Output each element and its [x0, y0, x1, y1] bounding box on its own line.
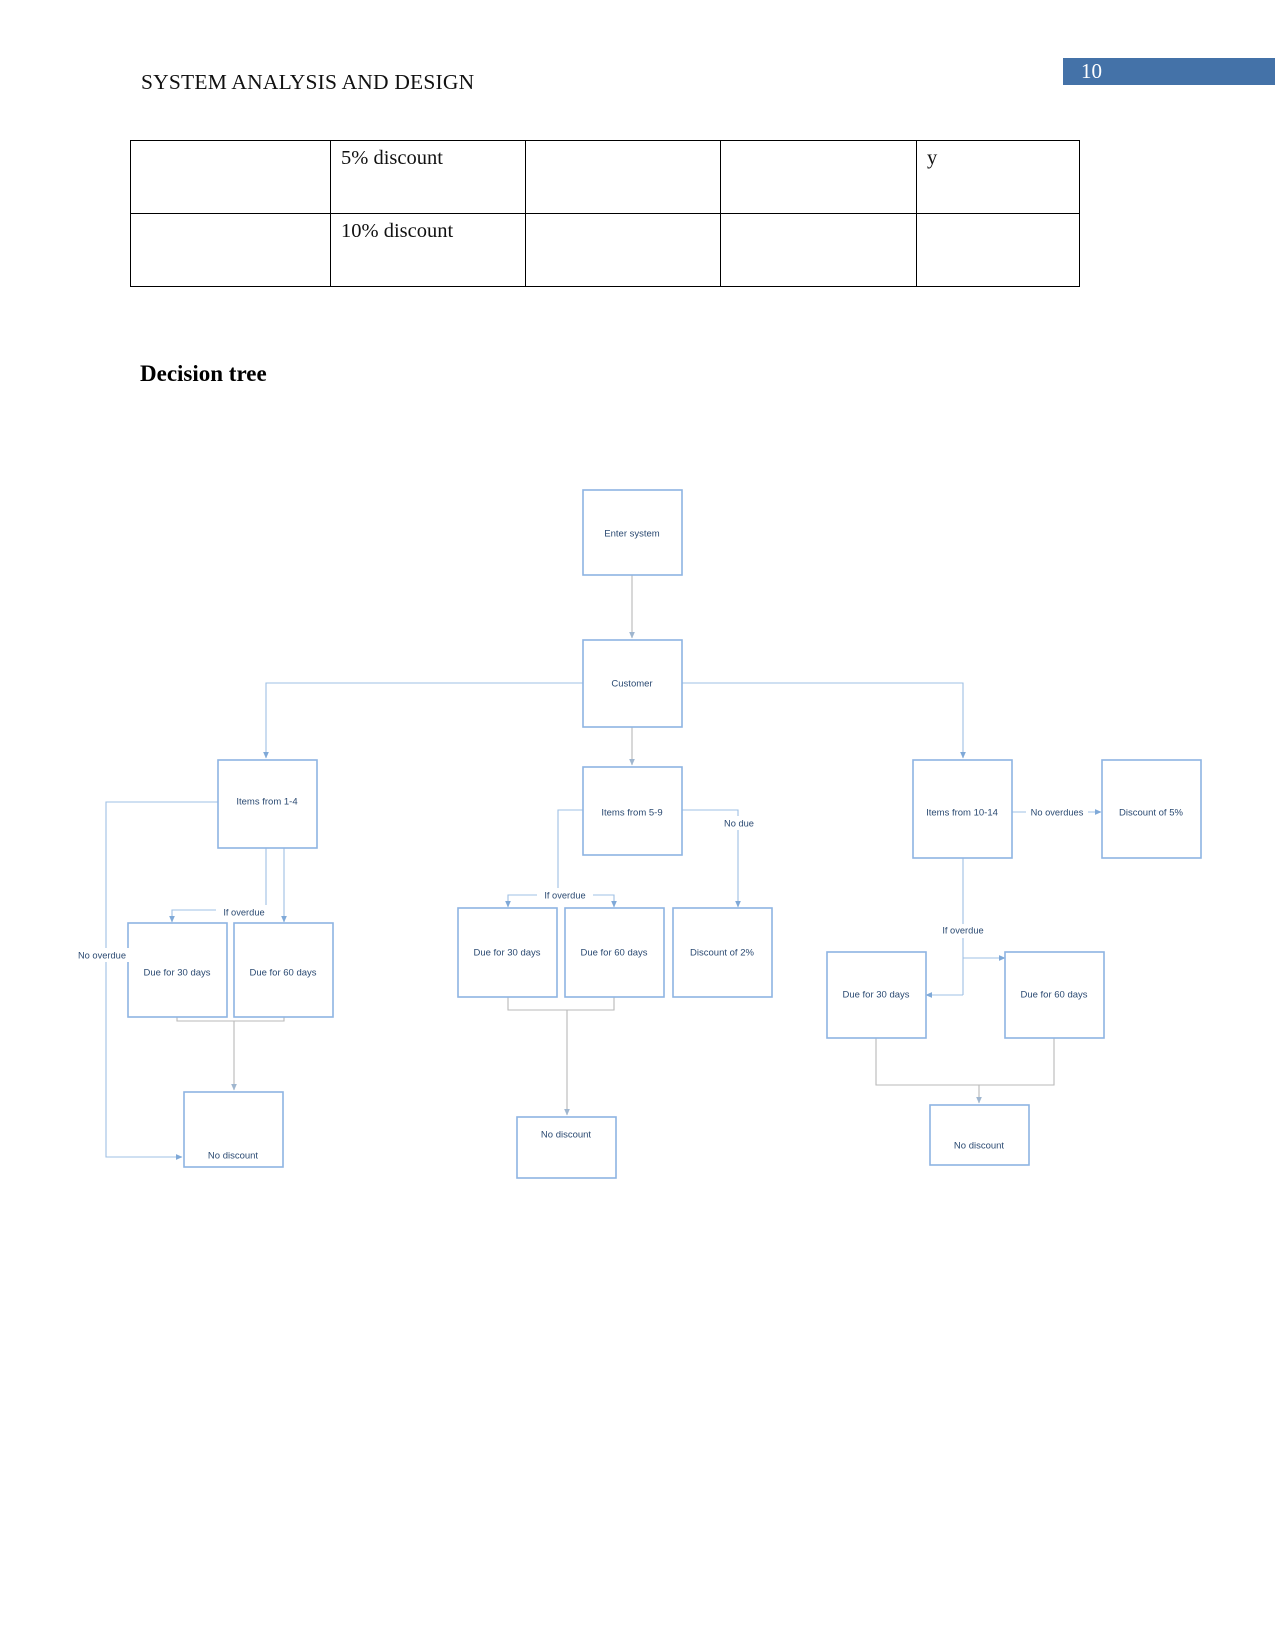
node-right-no-discount[interactable]: No discount	[929, 1104, 1030, 1166]
node-label: Items from 5-9	[601, 808, 662, 819]
node-right-due-60[interactable]: Due for 60 days	[1004, 951, 1105, 1039]
edge-label-text: No overdue	[78, 950, 126, 960]
table-cell: 5% discount	[330, 140, 526, 214]
table-cell	[130, 213, 331, 287]
edge-label-mid-no-due: No due	[714, 816, 762, 830]
table-row: 5% discount y	[130, 140, 1080, 214]
edge-right-due-60-to-no-discount	[979, 1038, 1055, 1086]
node-left-due-30[interactable]: Due for 30 days	[127, 922, 228, 1018]
table-cell	[130, 140, 331, 214]
edge-customer-to-items-1-4	[263, 682, 583, 759]
table-cell	[720, 213, 917, 287]
node-label: Discount of 2%	[690, 948, 754, 959]
table-cell	[525, 213, 721, 287]
table-cell: 10% discount	[330, 213, 526, 287]
node-mid-due-60[interactable]: Due for 60 days	[564, 907, 665, 998]
node-left-due-60[interactable]: Due for 60 days	[233, 922, 334, 1018]
edge-left-due-30-to-no-discount	[176, 1017, 237, 1091]
edge-label-left-if-overdue: If overdue	[216, 905, 272, 919]
node-label: Due for 30 days	[842, 990, 909, 1001]
node-label: Due for 30 days	[473, 948, 540, 959]
node-label: Due for 30 days	[143, 968, 210, 979]
node-mid-due-30[interactable]: Due for 30 days	[457, 907, 558, 998]
edge-label-right-if-overdue: If overdue	[935, 924, 991, 938]
node-items-10-14[interactable]: Items from 10-14	[912, 759, 1013, 859]
edge-mid-due-60-to-no-discount	[567, 997, 615, 1011]
edge-label-mid-if-overdue: If overdue	[537, 888, 593, 902]
node-label: Due for 60 days	[1020, 990, 1087, 1001]
page-number: 10	[1081, 59, 1102, 83]
node-label: Items from 10-14	[926, 808, 998, 819]
edge-label-text: No due	[724, 818, 754, 828]
node-items-1-4[interactable]: Items from 1-4	[217, 759, 318, 849]
node-items-5-9[interactable]: Items from 5-9	[582, 766, 683, 856]
node-discount-5[interactable]: Discount of 5%	[1101, 759, 1202, 859]
decision-tree-diagram: Enter system Customer Items from 1-4 Ite…	[0, 470, 1275, 1230]
edge-customer-to-items-10-14	[681, 682, 966, 759]
page-number-badge: 10	[1063, 58, 1275, 85]
decision-table-fragment: 5% discount y 10% discount	[130, 140, 1080, 287]
edge-mid-due-30-to-no-discount	[507, 997, 570, 1116]
node-mid-no-discount[interactable]: No discount	[516, 1116, 617, 1179]
node-left-no-discount[interactable]: No discount	[183, 1091, 284, 1168]
node-discount-2[interactable]: Discount of 2%	[672, 907, 773, 998]
node-enter-system[interactable]: Enter system	[582, 489, 683, 576]
node-label: Enter system	[604, 529, 660, 540]
edge-right-due-30-to-no-discount	[875, 1038, 982, 1104]
edge-label-text: If overdue	[223, 907, 264, 917]
node-label: Due for 60 days	[580, 948, 647, 959]
table-cell	[916, 213, 1080, 287]
node-right-due-30[interactable]: Due for 30 days	[826, 951, 927, 1039]
edge-label-text: If overdue	[544, 890, 585, 900]
edge-label-left-no-overdue: No overdue	[74, 948, 130, 962]
edge-label-text: No overdues	[1031, 807, 1084, 817]
edge-label-text: If overdue	[942, 925, 983, 935]
table-cell	[525, 140, 721, 214]
table-cell: y	[916, 140, 1080, 214]
node-label: No discount	[208, 1151, 259, 1162]
edge-label-right-no-overdues: No overdues	[1026, 806, 1088, 820]
node-label: No discount	[541, 1130, 592, 1141]
table-cell	[720, 140, 917, 214]
node-label: Due for 60 days	[249, 968, 316, 979]
table-row: 10% discount	[130, 213, 1080, 287]
node-label: Discount of 5%	[1119, 808, 1183, 819]
node-label: Items from 1-4	[236, 797, 297, 808]
node-label: No discount	[954, 1141, 1005, 1152]
node-customer[interactable]: Customer	[582, 639, 683, 728]
section-heading-decision-tree: Decision tree	[140, 361, 267, 386]
node-label: Customer	[611, 679, 652, 690]
document-header-title: SYSTEM ANALYSIS AND DESIGN	[141, 70, 475, 94]
